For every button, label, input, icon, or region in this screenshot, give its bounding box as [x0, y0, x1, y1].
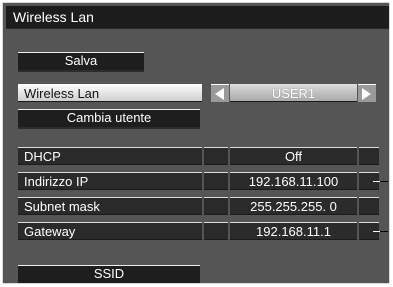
window-title: Wireless Lan [13, 9, 94, 25]
subnet-spacer-right [359, 197, 379, 215]
dhcp-value[interactable]: Off [230, 147, 357, 165]
dhcp-label[interactable]: DHCP [18, 147, 202, 165]
user-select-value[interactable]: USER1 [230, 84, 357, 102]
ip-address-label[interactable]: Indirizzo IP [18, 172, 202, 190]
subnet-mask-value-text: 255.255.255. 0 [250, 199, 337, 214]
change-user-button-label: Cambia utente [66, 110, 152, 125]
wireless-lan-label[interactable]: Wireless Lan [18, 84, 202, 102]
ip-tick-white [373, 181, 380, 182]
gateway-value-text: 192.168.11.1 [256, 224, 331, 239]
gateway-tick-black [380, 231, 388, 232]
subnet-mask-label-text: Subnet mask [24, 199, 100, 214]
ip-address-value-text: 192.168.11.100 [248, 174, 339, 189]
save-button[interactable]: Salva [18, 52, 144, 72]
ip-spacer-left [204, 172, 228, 190]
change-user-button[interactable]: Cambia utente [18, 109, 200, 129]
save-button-label: Salva [64, 53, 98, 68]
title-bar: Wireless Lan [6, 6, 389, 29]
dhcp-value-text: Off [284, 149, 303, 164]
subnet-spacer-left [204, 197, 228, 215]
gateway-value[interactable]: 192.168.11.1 [230, 222, 357, 240]
dhcp-spacer-left [204, 147, 228, 165]
arrow-left-icon [215, 88, 224, 100]
gateway-label-text: Gateway [24, 224, 76, 239]
dhcp-spacer-right [359, 147, 379, 165]
ip-tick-black [380, 181, 388, 182]
ssid-button-label: SSID [93, 266, 125, 281]
prev-user-button[interactable] [211, 84, 229, 102]
user-select-text: USER1 [271, 86, 316, 101]
dhcp-label-text: DHCP [24, 149, 61, 164]
ssid-button[interactable]: SSID [18, 265, 200, 283]
next-user-button[interactable] [358, 84, 376, 102]
gateway-tick-white [373, 231, 380, 232]
settings-panel: Wireless Lan Salva Wireless Lan USER1 Ca… [2, 2, 390, 284]
ip-address-value[interactable]: 192.168.11.100 [230, 172, 357, 190]
gateway-spacer-left [204, 222, 228, 240]
gateway-label[interactable]: Gateway [18, 222, 202, 240]
subnet-mask-label[interactable]: Subnet mask [18, 197, 202, 215]
ip-address-label-text: Indirizzo IP [24, 174, 89, 189]
wireless-lan-label-text: Wireless Lan [24, 86, 100, 101]
arrow-right-icon [362, 88, 371, 100]
subnet-mask-value[interactable]: 255.255.255. 0 [230, 197, 357, 215]
